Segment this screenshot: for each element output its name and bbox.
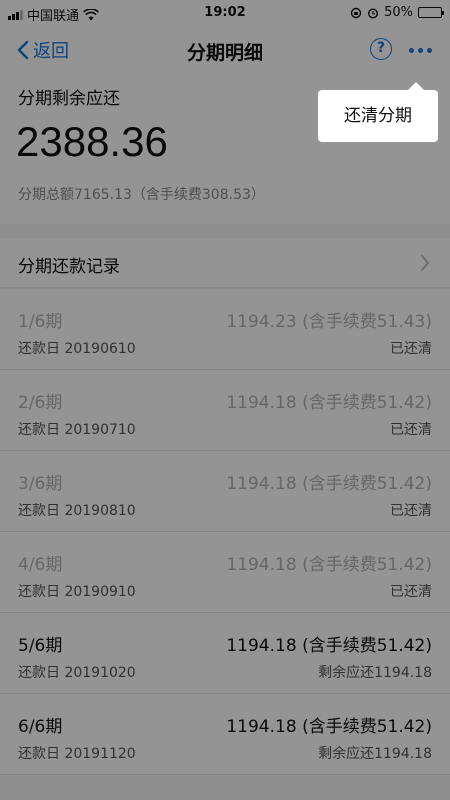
pay-off-installment-menu-item[interactable]: 还清分期: [318, 90, 438, 142]
more-menu-popover: 还清分期: [318, 82, 438, 142]
installment-detail-screen: 中国联通 19:02 50% 返回 分期明细 ? 分期剩余应还 2388.36 …: [0, 0, 450, 800]
